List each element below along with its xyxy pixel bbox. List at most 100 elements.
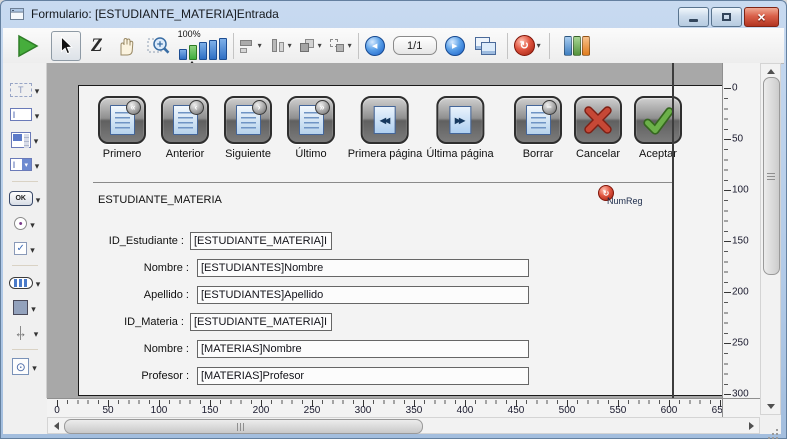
book-icon	[573, 36, 581, 56]
field-input[interactable]: [ESTUDIANTES]Apellido	[197, 286, 529, 304]
divider[interactable]	[3, 177, 46, 186]
form-nav-button[interactable]: » Último	[287, 96, 335, 160]
field-label: ID_Estudiante :	[79, 235, 184, 247]
cancel-x-icon[interactable]	[574, 96, 622, 144]
radio-button-icon[interactable]: •	[3, 211, 46, 236]
ole-control-icon[interactable]: ⊙	[3, 354, 46, 379]
order-layers-button[interactable]: ▾	[300, 39, 322, 53]
edit-box-icon[interactable]: I	[3, 102, 46, 127]
divider[interactable]	[3, 261, 46, 270]
horizontal-scrollbar[interactable]	[47, 417, 760, 434]
field-input[interactable]: [MATERIAS]Nombre	[197, 340, 529, 358]
cascade-windows-icon[interactable]	[475, 37, 497, 55]
zoom-level-widget[interactable]: 100%	[177, 30, 227, 62]
form-separator-line	[93, 182, 673, 183]
chevron-down-icon[interactable]	[35, 106, 40, 124]
ruler-corner	[722, 398, 760, 417]
badge-icon: ›	[252, 100, 267, 115]
tab-order-icon: Z	[91, 35, 103, 57]
page-icon: ▶▶	[449, 106, 471, 134]
doc-delete-icon[interactable]: −	[514, 96, 562, 144]
chevron-down-icon[interactable]	[32, 358, 37, 376]
align-controls-button[interactable]: ▾	[240, 39, 262, 53]
form-nav-button[interactable]: ◀◀ Primera página	[348, 96, 423, 160]
vertical-scrollbar[interactable]	[760, 63, 781, 415]
form-nav-button[interactable]: « Primero	[98, 96, 146, 160]
field-label: Profesor :	[79, 370, 189, 382]
doc-last-icon[interactable]: »	[287, 96, 335, 144]
main-toolbar: Z 100% ▾ ▾ ▾ ▾ ◀ 1/1 ▶	[3, 28, 784, 64]
divider[interactable]	[3, 345, 46, 354]
tab-order-button[interactable]: Z	[91, 35, 103, 57]
next-page-button[interactable]: ▶	[445, 36, 465, 56]
app-window: Formulario: [ESTUDIANTE_MATERIA]Entrada …	[0, 0, 787, 439]
chevron-down-icon[interactable]	[34, 324, 39, 342]
form-nav-button[interactable]: ▶▶ Última página	[426, 96, 493, 160]
page-first-icon[interactable]: ◀◀	[361, 96, 409, 144]
run-test-button[interactable]: ↻	[514, 35, 535, 56]
static-label-icon[interactable]: T	[3, 77, 46, 102]
form-nav-button[interactable]: › Siguiente	[224, 96, 272, 160]
chevron-down-icon[interactable]	[35, 156, 40, 174]
run-icon	[15, 34, 39, 58]
doc-prev-icon[interactable]: ‹	[161, 96, 209, 144]
scroll-left-button[interactable]	[49, 418, 63, 433]
design-canvas[interactable]: « Primero	[47, 63, 722, 398]
pan-tool-button[interactable]	[115, 35, 137, 57]
refresh-icon: ↻	[520, 39, 529, 52]
scroll-down-button[interactable]	[761, 399, 780, 414]
field-input[interactable]: [ESTUDIANTES]Nombre	[197, 259, 529, 277]
order-layers-icon	[300, 39, 316, 53]
splitter-control-icon[interactable]: ↔	[3, 320, 46, 345]
group-selection-button[interactable]: ▾	[330, 39, 352, 53]
chevron-down-icon[interactable]	[34, 131, 39, 149]
run-button[interactable]	[15, 34, 39, 58]
ok-button-icon[interactable]: OK	[3, 186, 46, 211]
chevron-down-icon[interactable]: ▾	[318, 41, 322, 50]
chevron-down-icon[interactable]	[30, 240, 35, 258]
chevron-down-icon[interactable]	[35, 81, 40, 99]
chevron-down-icon[interactable]: ▾	[537, 41, 541, 50]
document-icon: »	[299, 105, 324, 135]
titlebar[interactable]: Formulario: [ESTUDIANTE_MATERIA]Entrada …	[0, 0, 787, 28]
form-design-surface[interactable]: « Primero	[78, 85, 722, 396]
chevron-down-icon[interactable]	[36, 190, 41, 208]
form-nav-button[interactable]: Cancelar	[574, 96, 622, 160]
doc-first-icon[interactable]: «	[98, 96, 146, 144]
maximize-button[interactable]	[711, 7, 742, 27]
chevron-down-icon[interactable]: ▾	[288, 41, 292, 50]
chevron-down-icon[interactable]: ▾	[258, 41, 262, 50]
make-same-size-icon	[270, 39, 286, 53]
horizontal-scroll-thumb[interactable]	[64, 419, 423, 434]
select-tool-button[interactable]	[51, 31, 81, 61]
list-box-icon[interactable]	[3, 127, 46, 152]
shape-control-icon[interactable]	[3, 295, 46, 320]
form-nav-button[interactable]: Aceptar	[634, 96, 682, 160]
document-icon: ›	[236, 105, 261, 135]
form-nav-button[interactable]: − Borrar	[514, 96, 562, 160]
previous-page-button[interactable]: ◀	[365, 36, 385, 56]
chevron-down-icon[interactable]	[31, 299, 36, 317]
close-button[interactable]: ×	[744, 7, 779, 27]
make-same-size-button[interactable]: ▾	[270, 39, 292, 53]
resize-grip[interactable]	[760, 415, 781, 434]
toolbar-control-icon[interactable]	[3, 270, 46, 295]
chevron-down-icon[interactable]: ▾	[348, 41, 352, 50]
chevron-down-icon[interactable]	[30, 215, 35, 233]
chevron-down-icon[interactable]	[36, 274, 41, 292]
minimize-button[interactable]	[678, 7, 709, 27]
vertical-scroll-thumb[interactable]	[763, 77, 780, 275]
check-box-icon[interactable]: ✓	[3, 236, 46, 261]
field-input[interactable]: [ESTUDIANTE_MATERIA]I	[190, 313, 332, 331]
combo-box-icon[interactable]: I	[3, 152, 46, 177]
page-last-icon[interactable]: ▶▶	[436, 96, 484, 144]
zoom-tool-button[interactable]	[147, 34, 171, 58]
doc-next-icon[interactable]: ›	[224, 96, 272, 144]
scroll-right-button[interactable]	[744, 418, 758, 433]
accept-check-icon[interactable]	[634, 96, 682, 144]
field-input[interactable]: [ESTUDIANTE_MATERIA]I	[190, 232, 332, 250]
field-input[interactable]: [MATERIAS]Profesor	[197, 367, 529, 385]
numreg-label: NumReg	[607, 196, 643, 206]
library-books-button[interactable]	[564, 36, 590, 56]
form-nav-button[interactable]: ‹ Anterior	[161, 96, 209, 160]
